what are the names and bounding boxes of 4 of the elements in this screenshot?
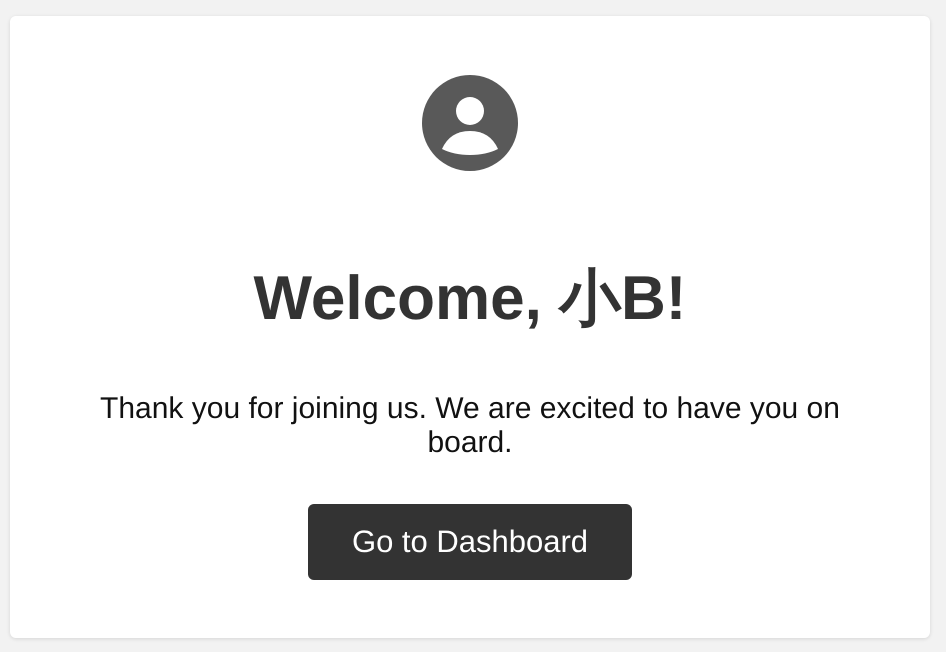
welcome-message: Thank you for joining us. We are excited to have you on board. <box>99 392 841 460</box>
user-avatar-icon <box>422 75 518 171</box>
dashboard-button[interactable]: Go to Dashboard <box>308 504 632 580</box>
welcome-heading: Welcome, 小B! <box>254 263 686 335</box>
